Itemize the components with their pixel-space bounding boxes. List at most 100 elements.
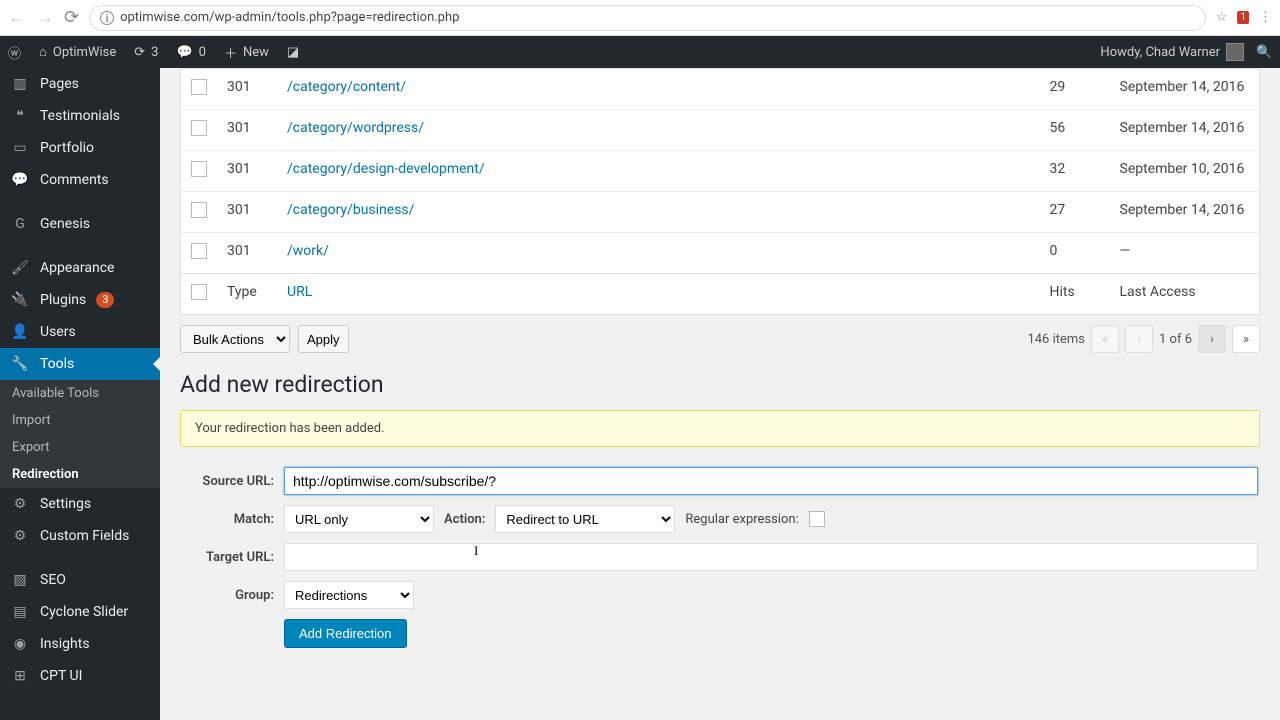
sidebar-item-cyclone-slider[interactable]: ▤ Cyclone Slider [0, 596, 160, 628]
row-type: 301 [217, 69, 277, 110]
cptui-icon: ⊞ [10, 668, 30, 684]
sidebar-item-genesis[interactable]: GGenesis [0, 208, 160, 240]
sidebar-item-label: Testimonials [40, 108, 120, 124]
sidebar-item-label: Plugins [40, 292, 86, 308]
row-checkbox[interactable] [191, 243, 207, 259]
extension-badge[interactable]: 1 [1237, 11, 1249, 24]
row-date: September 14, 2016 [1110, 69, 1260, 110]
sidebar-item-label: Portfolio [40, 140, 94, 156]
plugins-icon: 🔌 [10, 292, 30, 308]
star-icon[interactable]: ☆ [1216, 10, 1228, 25]
submenu-item-export[interactable]: Export [0, 434, 160, 461]
customfields-icon: ⚙ [10, 528, 30, 544]
action-select[interactable]: Redirect to URL [495, 505, 675, 533]
sidebar-item-users[interactable]: 👤Users [0, 316, 160, 348]
sidebar-item-label: Genesis [40, 216, 90, 232]
sidebar-item-seo[interactable]: ▨SEO [0, 564, 160, 596]
add-redirection-title: Add new redirection [180, 371, 1260, 398]
first-page-button[interactable]: « [1091, 325, 1119, 353]
prev-page-button[interactable]: ‹ [1125, 325, 1153, 353]
url-text: optimwise.com/wp-admin/tools.php?page=re… [120, 10, 459, 25]
submenu-item-redirection[interactable]: Redirection [0, 461, 160, 488]
sidebar-item-tools[interactable]: 🔧Tools [0, 348, 160, 380]
row-url-link[interactable]: /category/content/ [287, 79, 406, 95]
admin-sidebar: ▥Pages❝Testimonials▭Portfolio💬Comments GG… [0, 68, 160, 720]
search-icon[interactable]: 🔍 [1256, 45, 1272, 60]
target-url-input[interactable] [284, 543, 1258, 571]
avatar [1226, 43, 1244, 61]
match-select[interactable]: URL only [284, 505, 434, 533]
group-label: Group: [182, 577, 282, 613]
wp-logo[interactable]: ⓦ [8, 43, 21, 62]
sidebar-item-portfolio[interactable]: ▭Portfolio [0, 132, 160, 164]
slider-icon: ▤ [10, 604, 30, 620]
row-checkbox[interactable] [191, 161, 207, 177]
row-date: September 14, 2016 [1110, 192, 1260, 233]
sidebar-item-label: Settings [40, 496, 91, 512]
seo-icon: ▨ [10, 572, 30, 588]
redirects-table: 301/category/content/29September 14, 201… [180, 68, 1260, 315]
site-name: OptimWise [53, 45, 116, 60]
row-checkbox[interactable] [191, 120, 207, 136]
last-page-button[interactable]: » [1232, 325, 1260, 353]
sidebar-item-label: Pages [40, 76, 79, 92]
url-bar[interactable]: i optimwise.com/wp-admin/tools.php?page=… [89, 5, 1206, 31]
row-url-link[interactable]: /category/business/ [287, 202, 414, 218]
sidebar-item-custom-fields[interactable]: ⚙ Custom Fields [0, 520, 160, 552]
row-url-link[interactable]: /category/wordpress/ [287, 120, 424, 136]
col-url[interactable]: URL [277, 274, 1040, 315]
settings-icon: ⚙ [10, 496, 30, 512]
select-all-footer[interactable] [191, 284, 207, 300]
row-url-link[interactable]: /category/design-development/ [287, 161, 485, 177]
sidebar-item-cpt-ui[interactable]: ⊞CPT UI [0, 660, 160, 692]
new-link[interactable]: ＋New [224, 43, 269, 62]
row-checkbox[interactable] [191, 79, 207, 95]
next-page-button[interactable]: › [1198, 325, 1226, 353]
sidebar-item-pages[interactable]: ▥Pages [0, 68, 160, 100]
row-date: September 10, 2016 [1110, 151, 1260, 192]
user-menu[interactable]: Howdy, Chad Warner [1100, 43, 1244, 61]
users-icon: 👤 [10, 324, 30, 340]
appearance-icon: 🖌 [10, 260, 30, 276]
submenu-item-available-tools[interactable]: Available Tools [0, 380, 160, 407]
page-info: 1 of 6 [1159, 332, 1192, 347]
reload-button[interactable]: ⟳ [64, 7, 79, 28]
regex-checkbox[interactable] [809, 511, 825, 527]
menu-icon[interactable]: ⋮ [1259, 10, 1272, 25]
apply-button[interactable]: Apply [298, 325, 349, 353]
row-url-link[interactable]: /work/ [287, 243, 329, 259]
submenu-item-import[interactable]: Import [0, 407, 160, 434]
sidebar-item-comments[interactable]: 💬Comments [0, 164, 160, 196]
comments-count: 0 [199, 45, 206, 60]
tools-icon: 🔧 [10, 356, 30, 372]
sidebar-item-label: Insights [40, 636, 90, 652]
howdy-text: Howdy, Chad Warner [1100, 45, 1220, 60]
update-icon: ⟳ [134, 45, 145, 60]
sidebar-item-appearance[interactable]: 🖌Appearance [0, 252, 160, 284]
row-type: 301 [217, 192, 277, 233]
sidebar-item-insights[interactable]: ◉Insights [0, 628, 160, 660]
sidebar-item-testimonials[interactable]: ❝Testimonials [0, 100, 160, 132]
yoast-link[interactable]: ◪ [287, 45, 299, 60]
row-checkbox[interactable] [191, 202, 207, 218]
sidebar-item-settings[interactable]: ⚙ Settings [0, 488, 160, 520]
add-redirection-button[interactable]: Add Redirection [284, 619, 407, 648]
updates-link[interactable]: ⟳3 [134, 45, 158, 60]
table-row: 301/category/content/29September 14, 201… [181, 69, 1260, 110]
yoast-icon: ◪ [287, 45, 299, 60]
table-row: 301/work/0— [181, 233, 1260, 274]
forward-button[interactable]: → [36, 7, 54, 28]
bulk-actions-select[interactable]: Bulk Actions [180, 325, 290, 353]
source-url-input[interactable] [284, 467, 1258, 495]
group-select[interactable]: Redirections [284, 581, 414, 609]
col-date: Last Access [1110, 274, 1260, 315]
table-row: 301/category/design-development/32Septem… [181, 151, 1260, 192]
back-button[interactable]: ← [8, 7, 26, 28]
comments-link[interactable]: 💬0 [176, 45, 206, 60]
sidebar-item-label: Comments [40, 172, 109, 188]
sidebar-item-label: Custom Fields [40, 528, 129, 544]
sidebar-item-plugins[interactable]: 🔌Plugins 3 [0, 284, 160, 316]
site-link[interactable]: ⌂OptimWise [39, 44, 116, 60]
col-type: Type [217, 274, 277, 315]
sidebar-item-label: Cyclone Slider [40, 604, 128, 620]
